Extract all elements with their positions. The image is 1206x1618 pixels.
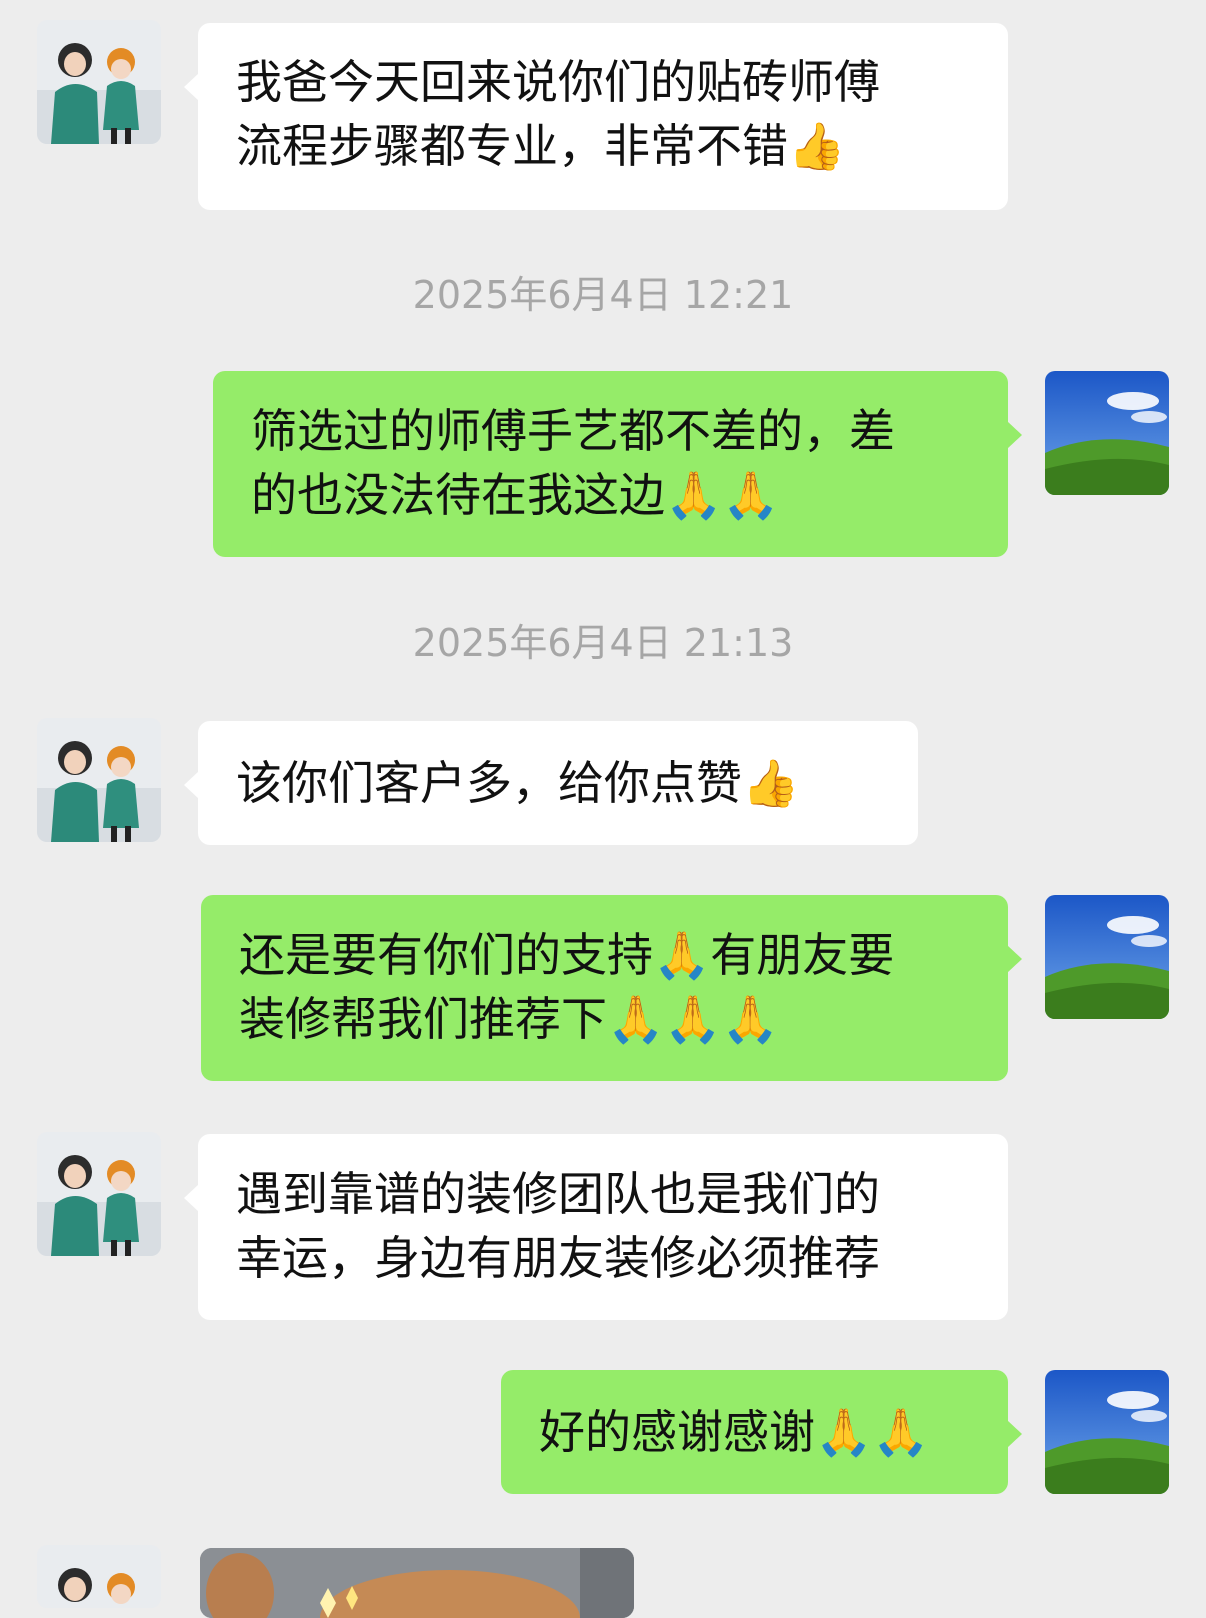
avatar-photo-icon xyxy=(37,718,161,842)
avatar-landscape-icon xyxy=(1045,1370,1169,1494)
avatar-landscape-icon xyxy=(1045,371,1169,495)
message-bubble-outgoing[interactable]: 好的感谢感谢🙏🙏 xyxy=(501,1370,1022,1494)
avatar-other[interactable] xyxy=(37,718,161,842)
message-bubble-incoming[interactable]: 该你们客户多，给你点赞👍 xyxy=(184,721,918,845)
avatar-other[interactable] xyxy=(37,1132,161,1256)
avatar-landscape-icon xyxy=(1045,895,1169,1019)
message-timestamp: 2025年6月4日 21:13 xyxy=(412,621,794,665)
message-bubble-outgoing[interactable]: 筛选过的师傅手艺都不差的，差 的也没法待在我这边🙏🙏 xyxy=(213,371,1022,557)
avatar-me[interactable] xyxy=(1045,1370,1169,1494)
message-bubble-incoming[interactable]: 我爸今天回来说你们的贴砖师傅 流程步骤都专业，非常不错👍 xyxy=(184,23,1008,210)
avatar-me[interactable] xyxy=(1045,895,1169,1019)
avatar-other[interactable] xyxy=(37,1545,161,1608)
message-bubble-incoming[interactable]: 遇到靠谱的装修团队也是我们的 幸运，身边有朋友装修必须推荐 xyxy=(184,1134,1008,1320)
avatar-photo-icon xyxy=(37,1545,161,1608)
message-bubble-outgoing[interactable]: 还是要有你们的支持🙏有朋友要 装修帮我们推荐下🙏🙏🙏 xyxy=(201,895,1022,1081)
avatar-other[interactable] xyxy=(37,20,161,144)
avatar-photo-icon xyxy=(37,20,161,144)
avatar-me[interactable] xyxy=(1045,371,1169,495)
message-timestamp: 2025年6月4日 12:21 xyxy=(412,273,794,317)
avatar-photo-icon xyxy=(37,1132,161,1256)
